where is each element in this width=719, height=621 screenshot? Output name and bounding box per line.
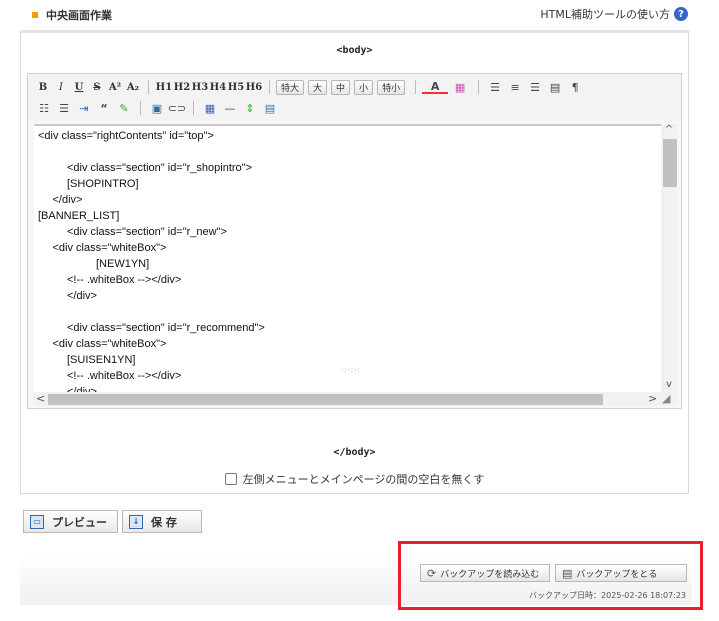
body-open-tag: <body>	[336, 45, 373, 56]
numbered-list-icon[interactable]: ☰	[54, 99, 74, 117]
save-button-label: 保 存	[151, 515, 177, 529]
spacer-icon[interactable]: ⇕	[240, 99, 260, 117]
section-title: 中央画面作業	[46, 9, 112, 22]
code-line[interactable]: </div>	[53, 194, 83, 206]
toolbar-divider	[148, 80, 149, 94]
horizontal-rule-icon[interactable]: —	[220, 99, 240, 117]
h5-button[interactable]: H5	[227, 78, 245, 96]
editor-toolbar: B I U S A² A₂ H1 H2 H3 H4 H5 H6 特大 大 中 小…	[28, 74, 681, 121]
h6-button[interactable]: H6	[245, 78, 263, 96]
h3-button[interactable]: H3	[191, 78, 209, 96]
strikethrough-button[interactable]: S	[88, 78, 106, 96]
remove-spacing-label[interactable]: 左側メニューとメインページの間の空白を無くす	[243, 471, 485, 487]
h1-button[interactable]: H1	[155, 78, 173, 96]
remove-spacing-checkbox[interactable]	[224, 473, 237, 485]
code-line[interactable]: <!-- .whiteBox --></div>	[67, 274, 181, 286]
scroll-up-icon[interactable]: ^	[663, 124, 675, 135]
superscript-button[interactable]: A²	[106, 78, 124, 96]
scroll-right-icon[interactable]: >	[648, 392, 657, 405]
remove-format-icon[interactable]: ✎	[114, 99, 134, 117]
align-left-icon[interactable]: ☰	[485, 78, 505, 96]
horizontal-scrollbar[interactable]: < > ◢	[34, 392, 677, 406]
background-color-icon[interactable]: ▦	[448, 78, 472, 96]
align-right-icon[interactable]: ☰	[525, 78, 545, 96]
section-marker-icon	[32, 12, 38, 18]
size-large-button[interactable]: 大	[308, 79, 328, 95]
scroll-down-icon[interactable]: v	[663, 379, 675, 390]
help-link-label[interactable]: HTML補助ツールの使い方	[540, 6, 670, 22]
toolbar-divider	[269, 80, 270, 94]
toolbar-divider	[478, 80, 480, 94]
toolbar-row-2: ☷ ☰ ⇥ “ ✎ ▣ ⊂⊃ ▦ — ⇕ ▤	[34, 98, 280, 118]
save-icon: ↓	[129, 514, 143, 529]
subscript-button[interactable]: A₂	[124, 78, 142, 96]
code-line[interactable]: [SHOPINTRO]	[67, 178, 139, 190]
indent-icon[interactable]: ⇥	[74, 99, 94, 117]
monitor-icon: ▭	[30, 514, 44, 529]
bullet-list-icon[interactable]: ☷	[34, 99, 54, 117]
editor-panel: <body> B I U S A² A₂ H1 H2 H3 H4 H5 H6 特…	[20, 30, 689, 494]
size-small-button[interactable]: 小	[354, 79, 374, 95]
code-line[interactable]: <div class="section" id="r_new">	[67, 226, 227, 238]
font-color-icon[interactable]: A	[422, 80, 449, 94]
toolbar-divider	[193, 101, 194, 115]
size-medium-button[interactable]: 中	[331, 79, 351, 95]
size-xsmall-button[interactable]: 特小	[377, 79, 406, 95]
link-icon[interactable]: ⊂⊃	[167, 99, 187, 117]
help-link[interactable]: HTML補助ツールの使い方 ?	[540, 6, 688, 22]
code-line[interactable]: <div class="whiteBox">	[53, 338, 167, 350]
section-header: 中央画面作業 HTML補助ツールの使い方 ?	[20, 4, 692, 26]
code-line[interactable]: [BANNER_LIST]	[38, 210, 119, 222]
scroll-left-icon[interactable]: <	[36, 392, 45, 405]
file-icon[interactable]: ▤	[260, 99, 280, 117]
size-xlarge-button[interactable]: 特大	[276, 79, 305, 95]
rich-text-editor: B I U S A² A₂ H1 H2 H3 H4 H5 H6 特大 大 中 小…	[27, 73, 682, 409]
preview-button[interactable]: ▭ プレビュー	[23, 510, 118, 533]
save-button[interactable]: ↓ 保 存	[122, 510, 202, 533]
pilcrow-icon[interactable]: ¶	[565, 78, 585, 96]
bold-button[interactable]: B	[34, 78, 52, 96]
code-line[interactable]: <!-- .whiteBox --></div>	[67, 370, 181, 382]
code-line[interactable]: [NEW1YN]	[96, 258, 149, 270]
toolbar-divider	[140, 101, 141, 115]
resize-grip-icon[interactable]: ◢	[662, 392, 670, 405]
align-center-icon[interactable]: ≡	[505, 78, 525, 96]
align-justify-icon[interactable]: ▤	[545, 78, 565, 96]
code-line[interactable]: <div class="section" id="r_shopintro">	[67, 162, 252, 174]
code-line[interactable]: </div>	[67, 290, 97, 302]
italic-button[interactable]: I	[52, 78, 70, 96]
preview-button-label: プレビュー	[52, 515, 107, 529]
code-line[interactable]: <div class="rightContents" id="top">	[38, 130, 214, 142]
toolbar-divider	[415, 80, 417, 94]
body-close-tag: </body>	[333, 447, 376, 458]
help-icon[interactable]: ?	[674, 7, 688, 21]
editor-resize-handle[interactable]: ·:·:·:	[341, 366, 361, 374]
table-icon[interactable]: ▦	[200, 99, 220, 117]
h4-button[interactable]: H4	[209, 78, 227, 96]
code-line[interactable]: <div class="section" id="r_recommend">	[67, 322, 265, 334]
highlight-annotation-box	[398, 541, 703, 610]
horizontal-scroll-thumb[interactable]	[48, 394, 603, 405]
image-icon[interactable]: ▣	[147, 99, 167, 117]
vertical-scrollbar[interactable]: ^ v	[661, 124, 677, 392]
code-content-area[interactable]: <div class="rightContents" id="top"> <div…	[34, 124, 661, 392]
code-line[interactable]: <div class="whiteBox">	[53, 242, 167, 254]
toolbar-row-1: B I U S A² A₂ H1 H2 H3 H4 H5 H6 特大 大 中 小…	[34, 77, 585, 97]
remove-spacing-option[interactable]: 左側メニューとメインページの間の空白を無くす	[21, 471, 688, 487]
code-line[interactable]: [SUISEN1YN]	[67, 354, 135, 366]
vertical-scroll-thumb[interactable]	[663, 139, 677, 187]
quote-icon[interactable]: “	[94, 99, 114, 117]
underline-button[interactable]: U	[70, 78, 88, 96]
h2-button[interactable]: H2	[173, 78, 191, 96]
